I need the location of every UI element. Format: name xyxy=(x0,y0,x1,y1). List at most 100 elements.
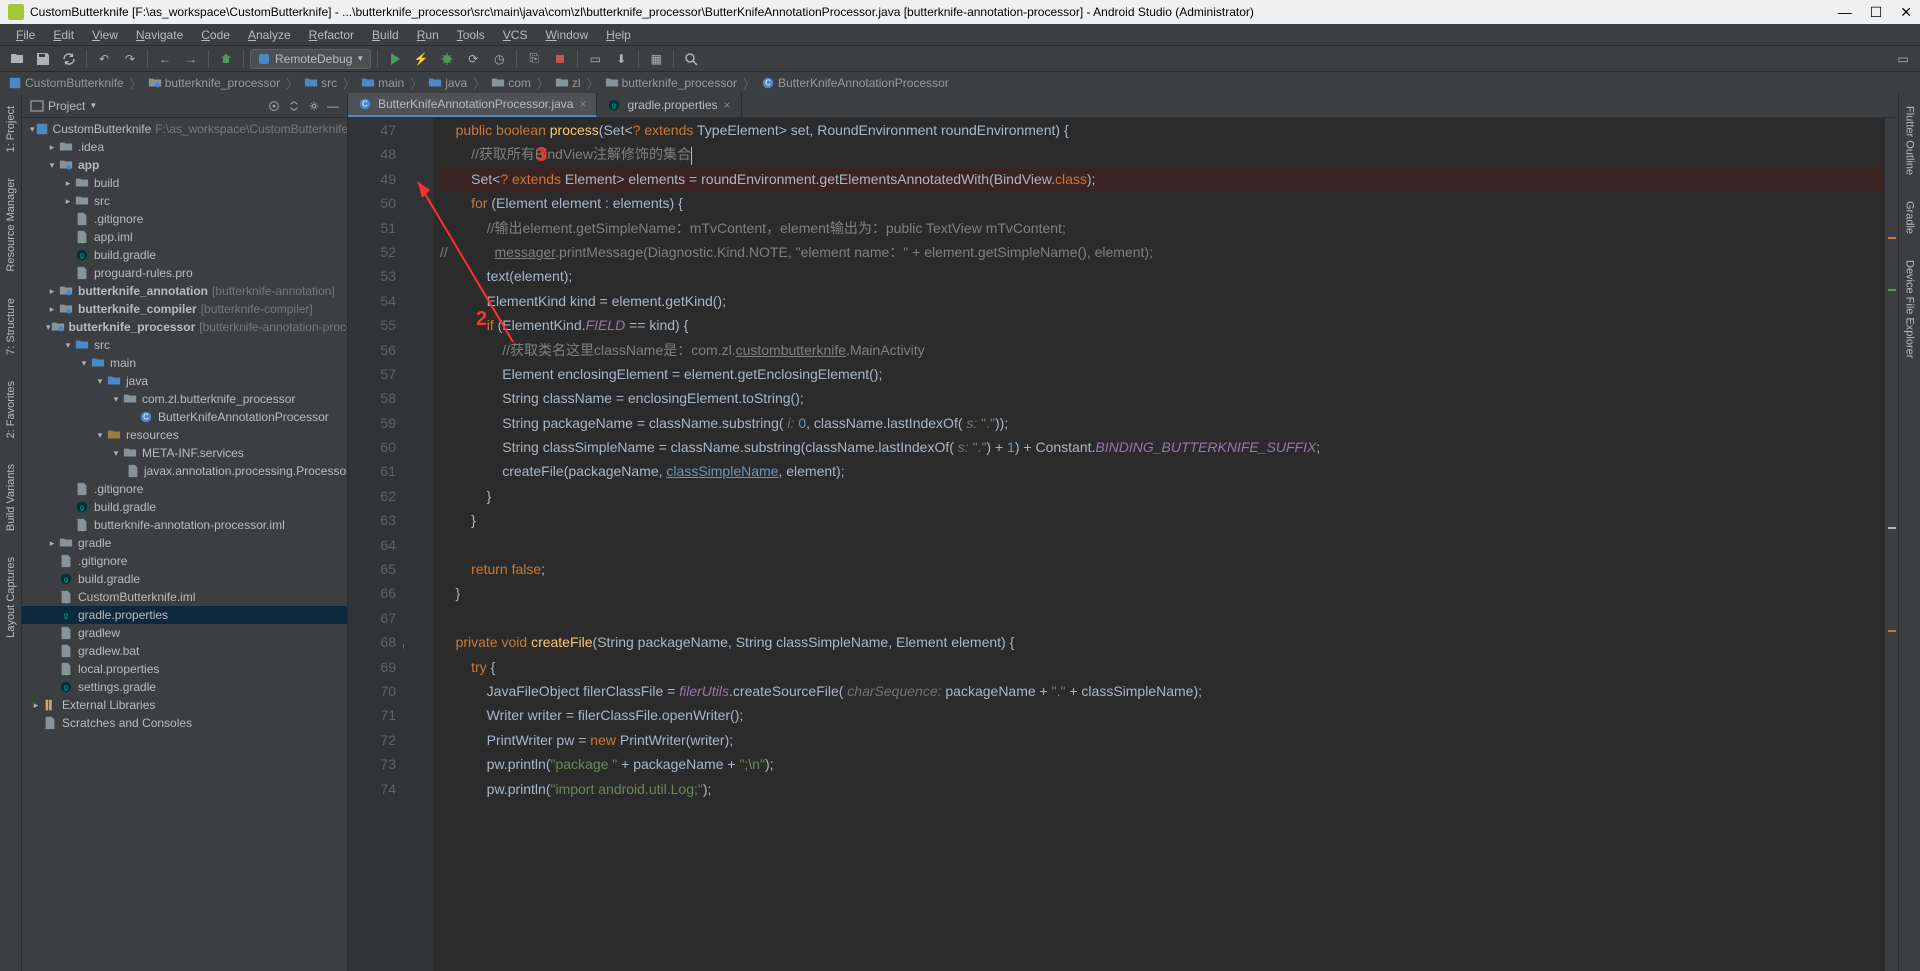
tree-row[interactable]: ▾main xyxy=(22,354,347,372)
scroll-strip[interactable] xyxy=(1884,118,1898,971)
expand-all-icon[interactable] xyxy=(287,99,301,113)
rail-tab[interactable]: 2: Favorites xyxy=(3,373,19,446)
menu-navigate[interactable]: Navigate xyxy=(128,26,191,44)
code-area[interactable]: public boolean process(Set<? extends Typ… xyxy=(434,118,1884,971)
rail-tab[interactable]: Flutter Outline xyxy=(1902,98,1918,183)
menu-code[interactable]: Code xyxy=(193,26,238,44)
close-button[interactable]: ✕ xyxy=(1900,4,1912,21)
gear-icon[interactable] xyxy=(307,99,321,113)
tree-row[interactable]: ▸gradle xyxy=(22,534,347,552)
tree-row[interactable]: CButterKnifeAnnotationProcessor xyxy=(22,408,347,426)
tree-row[interactable]: ▾resources xyxy=(22,426,347,444)
menu-build[interactable]: Build xyxy=(364,26,407,44)
tree-row[interactable]: butterknife-annotation-processor.iml xyxy=(22,516,347,534)
run-configuration-dropdown[interactable]: RemoteDebug ▼ xyxy=(250,49,371,69)
tree-row[interactable]: Scratches and Consoles xyxy=(22,714,347,732)
tree-row[interactable]: .gitignore xyxy=(22,210,347,228)
menu-window[interactable]: Window xyxy=(537,26,596,44)
rail-tab[interactable]: Resource Manager xyxy=(3,170,19,280)
tree-row[interactable]: local.properties xyxy=(22,660,347,678)
tree-row[interactable]: ▸butterknife_annotation[butterknife-anno… xyxy=(22,282,347,300)
fold-column[interactable] xyxy=(404,118,434,971)
breadcrumb-item[interactable]: butterknife_processor xyxy=(605,76,737,90)
rail-tab[interactable]: Build Variants xyxy=(3,456,19,539)
breadcrumb-item[interactable]: main xyxy=(361,76,404,90)
tree-row[interactable]: ▾java xyxy=(22,372,347,390)
project-structure-button[interactable]: ▦ xyxy=(645,48,667,70)
tree-row[interactable]: ▾app xyxy=(22,156,347,174)
sync-button[interactable] xyxy=(58,48,80,70)
breadcrumb-item[interactable]: java xyxy=(428,76,467,90)
hide-panel-icon[interactable]: — xyxy=(327,99,339,113)
gutter[interactable]: 47o4849505152535455565758596061626364656… xyxy=(348,118,404,971)
locate-icon[interactable] xyxy=(267,99,281,113)
rail-tab[interactable]: Layout Captures xyxy=(3,549,19,646)
notifications-button[interactable]: ▭ xyxy=(1892,48,1914,70)
tree-row[interactable]: ▸butterknife_compiler[butterknife-compil… xyxy=(22,300,347,318)
save-button[interactable] xyxy=(32,48,54,70)
editor[interactable]: 47o4849505152535455565758596061626364656… xyxy=(348,118,1898,971)
debug-button[interactable] xyxy=(436,48,458,70)
rail-tab[interactable]: Gradle xyxy=(1902,193,1918,242)
menu-help[interactable]: Help xyxy=(598,26,639,44)
breadcrumb-item[interactable]: com xyxy=(491,76,531,90)
build-button[interactable] xyxy=(215,48,237,70)
back-button[interactable]: ← xyxy=(154,48,176,70)
open-button[interactable] xyxy=(6,48,28,70)
editor-tab[interactable]: CButterKnifeAnnotationProcessor.java× xyxy=(348,93,597,117)
tree-row[interactable]: ▾CustomButterknifeF:\as_workspace\Custom… xyxy=(22,120,347,138)
rail-tab[interactable]: 7: Structure xyxy=(3,290,19,363)
menu-refactor[interactable]: Refactor xyxy=(301,26,362,44)
tree-row[interactable]: gradlew.bat xyxy=(22,642,347,660)
menu-edit[interactable]: Edit xyxy=(45,26,82,44)
avd-manager-button[interactable]: ▭ xyxy=(584,48,606,70)
close-tab-icon[interactable]: × xyxy=(579,97,586,111)
breadcrumb-item[interactable]: zl xyxy=(555,76,581,90)
tree-row[interactable]: gbuild.gradle xyxy=(22,498,347,516)
tree-row[interactable]: ▾com.zl.butterknife_processor xyxy=(22,390,347,408)
tree-row[interactable]: .gitignore xyxy=(22,552,347,570)
tree-row[interactable]: ▾butterknife_processor[butterknife-annot… xyxy=(22,318,347,336)
search-button[interactable] xyxy=(680,48,702,70)
tree-row[interactable]: .gitignore xyxy=(22,480,347,498)
tree-row[interactable]: ▸.idea xyxy=(22,138,347,156)
menu-analyze[interactable]: Analyze xyxy=(240,26,299,44)
breadcrumb-item[interactable]: src xyxy=(304,76,337,90)
sdk-manager-button[interactable]: ⬇ xyxy=(610,48,632,70)
stop-button[interactable] xyxy=(549,48,571,70)
tree-row[interactable]: ▸build xyxy=(22,174,347,192)
run-button[interactable] xyxy=(384,48,406,70)
menu-view[interactable]: View xyxy=(84,26,126,44)
menu-vcs[interactable]: VCS xyxy=(495,26,536,44)
redo-button[interactable]: ↷ xyxy=(119,48,141,70)
breadcrumb-item[interactable]: butterknife_processor xyxy=(148,76,280,90)
rail-tab[interactable]: Device File Explorer xyxy=(1902,252,1918,366)
editor-tab[interactable]: ggradle.properties× xyxy=(597,93,741,117)
breadcrumb-item[interactable]: CustomButterknife xyxy=(8,76,124,90)
menu-tools[interactable]: Tools xyxy=(449,26,493,44)
tree-row[interactable]: gsettings.gradle xyxy=(22,678,347,696)
tree-row[interactable]: gradlew xyxy=(22,624,347,642)
close-tab-icon[interactable]: × xyxy=(724,98,731,112)
tree-row[interactable]: proguard-rules.pro xyxy=(22,264,347,282)
menu-file[interactable]: File xyxy=(8,26,43,44)
menu-run[interactable]: Run xyxy=(409,26,447,44)
tree-row[interactable]: ▾src xyxy=(22,336,347,354)
tree-row[interactable]: ▾META-INF.services xyxy=(22,444,347,462)
undo-button[interactable]: ↶ xyxy=(93,48,115,70)
apply-changes-button[interactable]: ⚡ xyxy=(410,48,432,70)
attach-debugger-button[interactable]: ⎘ xyxy=(523,48,545,70)
tree-row[interactable]: app.iml xyxy=(22,228,347,246)
tree-row[interactable]: CustomButterknife.iml xyxy=(22,588,347,606)
breadcrumb-item[interactable]: CButterKnifeAnnotationProcessor xyxy=(761,76,949,90)
project-view-dropdown[interactable]: Project ▼ xyxy=(30,99,97,113)
coverage-button[interactable]: ⟳ xyxy=(462,48,484,70)
tree-row[interactable]: gbuild.gradle xyxy=(22,246,347,264)
rail-tab[interactable]: 1: Project xyxy=(3,98,19,160)
tree-row[interactable]: ▸External Libraries xyxy=(22,696,347,714)
profiler-button[interactable]: ◷ xyxy=(488,48,510,70)
tree-row[interactable]: ▸src xyxy=(22,192,347,210)
minimize-button[interactable]: — xyxy=(1838,4,1852,21)
tree-row[interactable]: javax.annotation.processing.Processor xyxy=(22,462,347,480)
forward-button[interactable]: → xyxy=(180,48,202,70)
